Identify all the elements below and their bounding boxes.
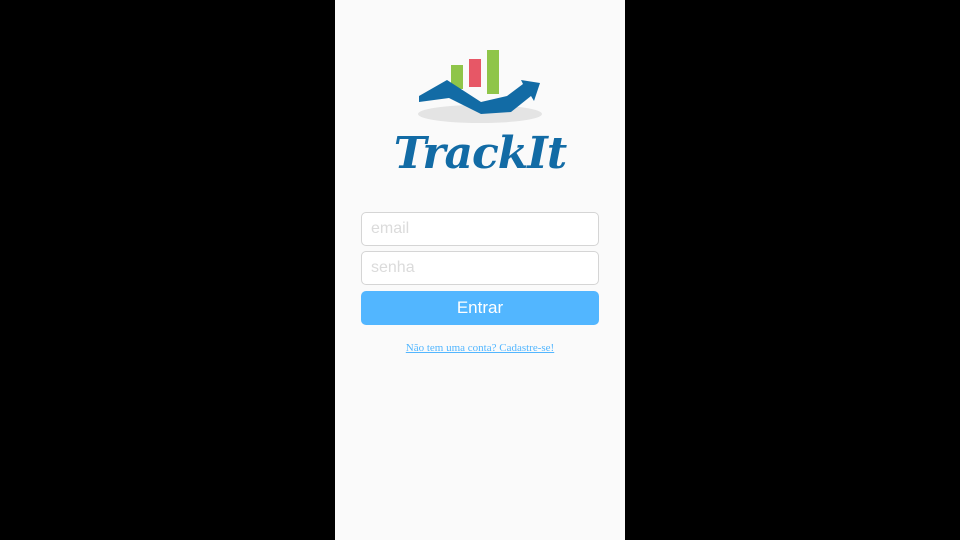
signup-link[interactable]: Não tem uma conta? Cadastre-se! [335,342,625,354]
rising-chart-icon [418,50,542,123]
login-button[interactable]: Entrar [361,291,599,325]
app-screen: TrackIt Entrar Não tem uma conta? Cadast… [335,0,625,540]
email-field[interactable] [361,212,599,246]
brand-name: TrackIt [393,128,567,179]
password-field[interactable] [361,251,599,285]
